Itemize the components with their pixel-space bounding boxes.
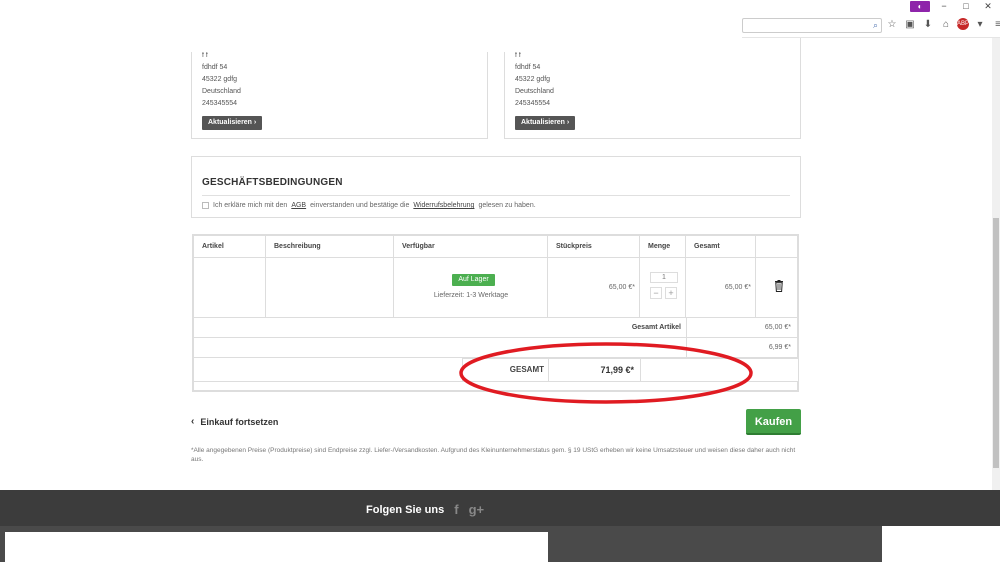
scrollbar-thumb[interactable] — [993, 218, 999, 468]
continue-shopping-link[interactable]: ‹ Einkauf fortsetzen — [191, 416, 278, 427]
page-scrollbar[interactable] — [992, 38, 1000, 490]
divider — [686, 318, 687, 338]
update-billing-button[interactable]: Aktualisieren › — [202, 116, 263, 130]
col-artikel: Artikel — [194, 236, 266, 258]
footer: Folgen Sie uns f g+ — [0, 490, 1000, 562]
private-mask-icon[interactable]: ◐ — [910, 0, 930, 12]
quantity-input[interactable]: 1 — [650, 272, 678, 283]
highlight-ellipse — [459, 342, 753, 404]
address-line: Deutschland — [515, 88, 554, 95]
item-availability-cell: Auf Lager Lieferzeit: 1-3 Werktage — [394, 258, 548, 318]
col-verfuegbar: Verfügbar — [394, 236, 548, 258]
toolbar-icons: ☆ ▣ ⬇ ⌂ ABP ▾ ≡ — [885, 18, 1000, 30]
subtotal-label: Gesamt Artikel — [631, 324, 681, 331]
address-line: 245345554 — [202, 100, 238, 107]
trash-icon[interactable] — [774, 280, 784, 292]
address-line: 245345554 — [515, 100, 551, 107]
button-label: Aktualisieren — [521, 119, 565, 126]
chevron-down-icon[interactable]: ▾ — [973, 19, 987, 30]
redacted-area — [882, 526, 1000, 562]
terms-title: GESCHÄFTSBEDINGUNGEN — [202, 177, 343, 188]
chevron-left-icon: ‹ — [191, 416, 195, 427]
adblock-icon[interactable]: ABP — [957, 18, 969, 30]
facebook-icon[interactable]: f — [454, 502, 458, 517]
maximize-button[interactable]: □ — [958, 1, 974, 11]
shipping-value: 6,99 €* — [768, 344, 791, 351]
agb-link[interactable]: AGB — [291, 202, 306, 209]
quantity-increase-button[interactable]: + — [665, 287, 677, 299]
buy-button[interactable]: Kaufen — [746, 409, 801, 435]
col-stueckpreis: Stückpreis — [548, 236, 640, 258]
menu-icon[interactable]: ≡ — [991, 19, 1000, 30]
shipping-address-lines: f f fdhdf 54 45322 gdfg Deutschland 2453… — [515, 50, 554, 110]
chevron-right-icon: › — [253, 119, 257, 126]
table-row: Auf Lager Lieferzeit: 1-3 Werktage 65,00… — [194, 258, 797, 318]
close-window-button[interactable]: ✕ — [980, 1, 996, 11]
search-icon[interactable]: ⌕ — [873, 20, 878, 31]
address-bar[interactable]: ⌕ — [742, 18, 882, 33]
redacted-area — [5, 532, 548, 562]
address-line: fdhdf 54 — [202, 64, 228, 71]
subtotal-row: Gesamt Artikel 65,00 €* — [194, 318, 797, 338]
minimize-button[interactable]: − — [936, 1, 952, 11]
cart-header-row: Artikel Beschreibung Verfügbar Stückprei… — [194, 236, 797, 258]
shipping-address-box: f f fdhdf 54 45322 gdfg Deutschland 2453… — [504, 38, 801, 139]
download-icon[interactable]: ⬇ — [921, 19, 935, 30]
terms-text-before: Ich erkläre mich mit den — [213, 202, 288, 209]
window-controls: ◐ − □ ✕ — [910, 0, 1000, 12]
quantity-decrease-button[interactable]: − — [650, 287, 662, 299]
billing-address-box: f f fdhdf 54 45322 gdfg Deutschland 2453… — [191, 38, 488, 139]
page: ◐ − □ ✕ ⌕ ☆ ▣ ⬇ ⌂ ABP ▾ ≡ f f fdhdf 54 4… — [0, 0, 1000, 562]
divider — [202, 195, 790, 196]
address-line: Deutschland — [202, 88, 241, 95]
continue-shopping-label: Einkauf fortsetzen — [200, 416, 279, 427]
terms-checkbox[interactable] — [202, 202, 209, 209]
item-unit-price-cell: 65,00 €* — [548, 258, 640, 318]
button-label: Aktualisieren — [208, 119, 252, 126]
col-beschreibung: Beschreibung — [266, 236, 394, 258]
redacted-area — [0, 0, 742, 52]
bookmarks-list-icon[interactable]: ▣ — [903, 19, 917, 30]
price-disclaimer: *Alle angegebenen Preise (Produktpreise)… — [191, 447, 796, 463]
terms-consent-row: Ich erkläre mich mit den AGB einverstand… — [202, 202, 536, 209]
address-line: 45322 gdfg — [515, 76, 551, 83]
widerruf-link[interactable]: Widerrufsbelehrung — [413, 202, 474, 209]
social-follow: Folgen Sie uns f g+ — [366, 502, 484, 517]
terms-text-middle: einverstanden und bestätige die — [310, 202, 410, 209]
address-line: 45322 gdfg — [202, 76, 238, 83]
googleplus-icon[interactable]: g+ — [469, 502, 485, 517]
billing-address-lines: f f fdhdf 54 45322 gdfg Deutschland 2453… — [202, 50, 241, 110]
chevron-right-icon: › — [566, 119, 570, 126]
col-gesamt: Gesamt — [686, 236, 756, 258]
terms-text-after: gelesen zu haben. — [478, 202, 536, 209]
status-badge: Auf Lager — [452, 274, 495, 286]
item-quantity-cell: 1 − + — [640, 258, 686, 318]
item-remove-cell — [756, 258, 797, 318]
col-menge: Menge — [640, 236, 686, 258]
item-description-cell — [266, 258, 394, 318]
item-total-cell: 65,00 €* — [686, 258, 756, 318]
item-image-cell[interactable] — [194, 258, 266, 318]
address-line: fdhdf 54 — [515, 64, 541, 71]
update-shipping-button[interactable]: Aktualisieren › — [515, 116, 576, 130]
follow-label: Folgen Sie uns — [366, 503, 445, 516]
item-total: 65,00 €* — [724, 284, 751, 291]
terms-panel: GESCHÄFTSBEDINGUNGEN Ich erkläre mich mi… — [191, 156, 801, 218]
home-icon[interactable]: ⌂ — [939, 19, 953, 30]
delivery-time: Lieferzeit: 1-3 Werktage — [433, 292, 509, 299]
subtotal-value: 65,00 €* — [764, 324, 791, 331]
bookmark-star-icon[interactable]: ☆ — [885, 19, 899, 30]
unit-price: 65,00 €* — [608, 284, 635, 291]
